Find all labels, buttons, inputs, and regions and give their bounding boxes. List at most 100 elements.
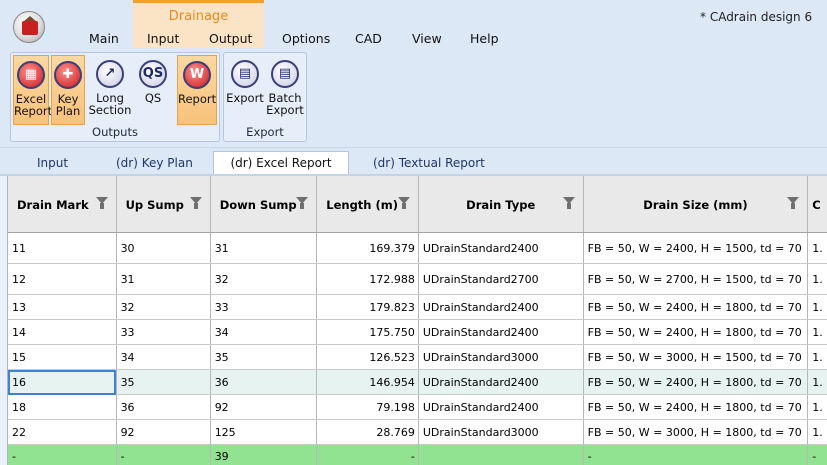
filter-icon[interactable] <box>397 197 410 209</box>
cell-length[interactable]: 172.988 <box>316 263 419 295</box>
menu-help[interactable]: Help <box>470 31 499 46</box>
cell-partial[interactable]: 1. <box>807 232 827 264</box>
long-section-button[interactable]: ↗ Long Section <box>88 55 132 125</box>
cell-up-sump[interactable]: 32 <box>116 294 211 320</box>
filter-icon[interactable] <box>296 197 309 209</box>
cell-drain-type[interactable]: UDrainStandard3000 <box>418 344 584 370</box>
key-plan-button[interactable]: ✚ Key Plan <box>51 55 85 125</box>
cell-partial[interactable]: 1. <box>807 369 827 395</box>
filter-icon[interactable] <box>787 197 800 209</box>
menu-cad[interactable]: CAD <box>355 31 382 46</box>
cell-drain-mark[interactable]: 22 <box>8 419 117 445</box>
cell-drain-type[interactable]: UDrainStandard2400 <box>418 232 584 264</box>
cell-down-sump[interactable]: 125 <box>210 419 318 445</box>
column-header-up-sump[interactable]: Up Sump <box>116 176 211 233</box>
cell-up-sump[interactable]: 30 <box>116 232 211 264</box>
table-row[interactable]: 11 30 31 169.379 UDrainStandard2400 FB = 50, … <box>8 232 827 264</box>
tab-input[interactable]: Input <box>37 156 68 170</box>
table-row[interactable]: 13 32 33 179.823 UDrainStandard2400 FB = 50, … <box>8 294 827 320</box>
filter-icon[interactable] <box>189 197 202 209</box>
menu-options[interactable]: Options <box>282 31 330 46</box>
cell-partial[interactable]: 1. <box>807 344 827 370</box>
table-row[interactable]: 18 36 92 79.198 UDrainStandard2400 FB = 50, W… <box>8 394 827 420</box>
cell-down-sump[interactable]: 35 <box>210 344 318 370</box>
tab-key-plan[interactable]: (dr) Key Plan <box>116 156 193 170</box>
cell-drain-mark[interactable]: 15 <box>8 344 117 370</box>
menu-main[interactable]: Main <box>89 31 119 46</box>
cell-drain-size[interactable]: - <box>583 444 809 465</box>
cell-drain-mark[interactable]: 11 <box>8 232 117 264</box>
column-header-partial[interactable]: C <box>807 176 827 233</box>
cell-down-sump[interactable]: 39 <box>210 444 318 465</box>
cell-length[interactable]: 126.523 <box>316 344 419 370</box>
cell-drain-type[interactable]: UDrainStandard3000 <box>418 419 584 445</box>
cell-drain-type[interactable]: UDrainStandard2700 <box>418 263 584 295</box>
cell-partial[interactable]: 1. <box>807 419 827 445</box>
cell-length[interactable]: 179.823 <box>316 294 419 320</box>
cell-down-sump[interactable]: 34 <box>210 319 318 345</box>
cell-length[interactable]: 28.769 <box>316 419 419 445</box>
cell-down-sump[interactable]: 36 <box>210 369 318 395</box>
cell-drain-mark[interactable]: - <box>8 444 117 465</box>
cell-length[interactable]: 169.379 <box>316 232 419 264</box>
column-header-drain-type[interactable]: Drain Type <box>418 176 584 233</box>
filter-icon[interactable] <box>95 197 108 209</box>
menu-view[interactable]: View <box>412 31 442 46</box>
column-header-drain-size[interactable]: Drain Size (mm) <box>583 176 809 233</box>
batch-export-button[interactable]: ▤ Batch Export <box>266 55 304 125</box>
column-header-length[interactable]: Length (m) <box>316 176 419 233</box>
menu-output[interactable]: Output <box>209 31 252 46</box>
cell-drain-type[interactable] <box>418 444 584 465</box>
cell-up-sump[interactable]: 31 <box>116 263 211 295</box>
cell-down-sump[interactable]: 92 <box>210 394 318 420</box>
cell-partial[interactable]: 1. <box>807 263 827 295</box>
menu-input[interactable]: Input <box>147 31 179 46</box>
cell-drain-mark[interactable]: 13 <box>8 294 117 320</box>
cell-partial[interactable]: 1. <box>807 319 827 345</box>
cell-drain-type[interactable]: UDrainStandard2400 <box>418 394 584 420</box>
report-button[interactable]: W Report <box>177 55 217 125</box>
cell-drain-mark[interactable]: 14 <box>8 319 117 345</box>
cell-length[interactable]: 79.198 <box>316 394 419 420</box>
cell-partial[interactable]: 1. <box>807 294 827 320</box>
cell-drain-size[interactable]: FB = 50, W = 3000, H = 1800, td = 70 <box>583 419 809 445</box>
cell-length[interactable]: 175.750 <box>316 319 419 345</box>
filter-icon[interactable] <box>562 197 575 209</box>
cell-drain-size[interactable]: FB = 50, W = 2700, H = 1500, td = 70 <box>583 263 809 295</box>
table-row[interactable]: 15 34 35 126.523 UDrainStandard3000 FB = 50, … <box>8 344 827 370</box>
cell-up-sump[interactable]: - <box>116 444 211 465</box>
cell-up-sump[interactable]: 34 <box>116 344 211 370</box>
cell-partial[interactable]: 1. <box>807 394 827 420</box>
cell-up-sump[interactable]: 33 <box>116 319 211 345</box>
column-header-drain-mark[interactable]: Drain Mark <box>8 176 117 233</box>
column-header-down-sump[interactable]: Down Sump <box>210 176 318 233</box>
table-row[interactable]: 14 33 34 175.750 UDrainStandard2400 FB = 50, … <box>8 319 827 345</box>
cell-partial[interactable]: - <box>807 444 827 465</box>
cell-drain-mark[interactable]: 18 <box>8 394 117 420</box>
cell-length[interactable]: 146.954 <box>316 369 419 395</box>
cell-drain-mark[interactable]: 16 <box>8 369 117 395</box>
tab-excel-report[interactable]: (dr) Excel Report <box>213 151 349 174</box>
app-logo-icon[interactable] <box>13 11 45 43</box>
table-row[interactable]: 22 92 125 28.769 UDrainStandard3000 FB = 50, … <box>8 419 827 445</box>
cell-drain-type[interactable]: UDrainStandard2400 <box>418 369 584 395</box>
cell-length[interactable]: - <box>316 444 419 465</box>
table-row-summary[interactable]: - -39- - - <box>8 444 827 465</box>
cell-up-sump[interactable]: 92 <box>116 419 211 445</box>
export-button[interactable]: ▤ Export <box>226 55 264 125</box>
table-row[interactable]: 12 31 32 172.988 UDrainStandard2700 FB = 50, … <box>8 263 827 295</box>
qs-button[interactable]: QS QS <box>135 55 171 125</box>
tab-textual-report[interactable]: (dr) Textual Report <box>373 156 485 170</box>
excel-report-button[interactable]: ▦ Excel Report <box>13 55 52 125</box>
cell-drain-type[interactable]: UDrainStandard2400 <box>418 319 584 345</box>
cell-drain-size[interactable]: FB = 50, W = 2400, H = 1800, td = 70 <box>583 294 809 320</box>
cell-down-sump[interactable]: 32 <box>210 263 318 295</box>
cell-drain-size[interactable]: FB = 50, W = 2400, H = 1800, td = 70 <box>583 369 809 395</box>
cell-drain-size[interactable]: FB = 50, W = 3000, H = 1500, td = 70 <box>583 344 809 370</box>
cell-drain-mark[interactable]: 12 <box>8 263 117 295</box>
cell-drain-type[interactable]: UDrainStandard2400 <box>418 294 584 320</box>
cell-down-sump[interactable]: 31 <box>210 232 318 264</box>
cell-drain-size[interactable]: FB = 50, W = 2400, H = 1800, td = 70 <box>583 319 809 345</box>
table-row-selected[interactable]: 16 35 36 146.954 UDrainStandard2400 FB = 50, … <box>8 369 827 395</box>
cell-down-sump[interactable]: 33 <box>210 294 318 320</box>
